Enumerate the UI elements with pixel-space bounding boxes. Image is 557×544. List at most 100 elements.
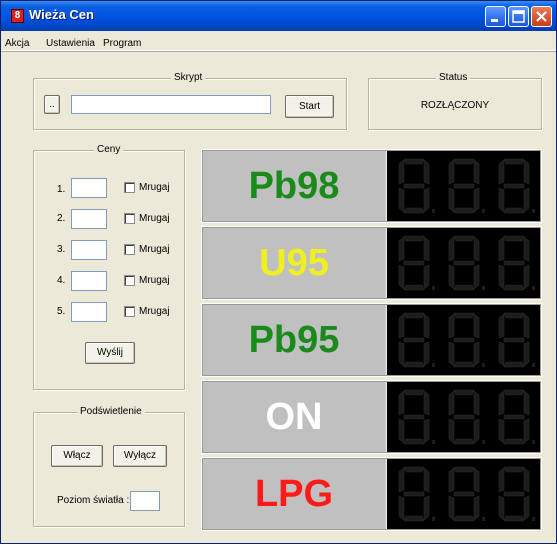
digit-segment (423, 159, 430, 185)
digit-segment (453, 515, 475, 522)
price-display (387, 151, 540, 221)
title-bar[interactable]: 8 Wieża Cen (1, 1, 556, 31)
digit-segment (423, 341, 430, 367)
digit-segment (448, 467, 455, 493)
digit-dot (482, 209, 485, 213)
fuel-name: ON (203, 382, 386, 452)
digit-segment (523, 341, 530, 367)
digit-segment (523, 159, 530, 185)
digit-segment (453, 337, 475, 343)
digit-segment (473, 390, 480, 416)
digit-segment (398, 187, 405, 213)
script-group-legend: Skrypt (171, 72, 206, 84)
digit-segment (473, 264, 480, 290)
digit-dot (532, 209, 535, 213)
close-button[interactable] (531, 6, 552, 27)
digit-dot (532, 440, 535, 444)
digit-segment (398, 418, 405, 444)
digit-segment (403, 466, 425, 473)
seven-segment-digits (398, 235, 535, 291)
digit-segment (398, 341, 405, 367)
prices-group: Ceny 1. Mrugaj 2. Mrugaj 3. Mrugaj 4. Mr… (33, 144, 185, 390)
digit-dot (432, 209, 435, 213)
digit-segment (473, 236, 480, 262)
maximize-button[interactable] (508, 6, 529, 27)
blink-checkbox-1[interactable] (124, 182, 135, 193)
digit-segment (453, 414, 475, 420)
digit-segment (398, 467, 405, 493)
digit-segment (503, 361, 525, 368)
fuel-row: U95 (201, 226, 542, 300)
minimize-icon (491, 19, 498, 22)
blink-checkbox-label: Mrugaj (139, 244, 170, 255)
digit-segment (453, 284, 475, 291)
fuel-name: Pb95 (203, 305, 386, 375)
blink-checkbox-label: Mrugaj (139, 182, 170, 193)
digit-segment (503, 466, 525, 473)
digit-segment (473, 495, 480, 521)
digit-segment (403, 260, 425, 266)
menu-program[interactable]: Program (103, 38, 141, 49)
digit-segment (453, 207, 475, 214)
start-button[interactable]: Start (285, 95, 334, 118)
blink-checkbox-5[interactable] (124, 306, 135, 317)
price-input-4[interactable] (71, 271, 107, 291)
digit-segment (453, 361, 475, 368)
menu-akcja[interactable]: Akcja (5, 38, 29, 49)
price-index: 3. (57, 244, 66, 255)
seven-segment-digits (398, 158, 535, 214)
send-button[interactable]: Wyślij (85, 342, 135, 364)
digit-segment (498, 236, 505, 262)
digit-segment (448, 390, 455, 416)
digit-segment (498, 313, 505, 339)
digit-segment (503, 183, 525, 189)
digit-segment (403, 284, 425, 291)
digit-segment (503, 207, 525, 214)
price-input-1[interactable] (71, 178, 107, 198)
digit-segment (503, 438, 525, 445)
price-display (387, 228, 540, 298)
price-input-5[interactable] (71, 302, 107, 322)
fuel-name: LPG (203, 459, 386, 529)
digit-segment (498, 418, 505, 444)
digit-dot (532, 363, 535, 367)
blink-checkbox-2[interactable] (124, 213, 135, 224)
blink-checkbox-4[interactable] (124, 275, 135, 286)
seven-segment-digits (398, 312, 535, 368)
digit-segment (523, 236, 530, 262)
digit-segment (403, 235, 425, 242)
fuel-row: ON (201, 380, 542, 454)
backlight-on-button[interactable]: Włącz (51, 445, 103, 467)
digit-segment (453, 312, 475, 319)
digit-dot (482, 517, 485, 521)
app-icon: 8 (11, 9, 24, 23)
fuel-price-board: Pb98 U95 Pb95 ON LPG (201, 149, 542, 535)
light-level-label: Poziom światła : (57, 495, 130, 506)
digit-segment (403, 414, 425, 420)
digit-segment (403, 438, 425, 445)
menu-ustawienia[interactable]: Ustawienia (46, 38, 95, 49)
digit-segment (398, 264, 405, 290)
digit-segment (503, 414, 525, 420)
blink-checkbox-label: Mrugaj (139, 275, 170, 286)
browse-button[interactable]: .. (44, 95, 60, 114)
price-input-3[interactable] (71, 240, 107, 260)
digit-segment (453, 235, 475, 242)
script-path-input[interactable] (71, 95, 271, 114)
price-display (387, 305, 540, 375)
light-level-input[interactable] (130, 491, 160, 511)
price-index: 1. (57, 184, 66, 195)
fuel-name: U95 (203, 228, 386, 298)
backlight-off-button[interactable]: Wyłącz (113, 445, 167, 467)
digit-dot (432, 440, 435, 444)
digit-segment (503, 491, 525, 497)
blink-checkbox-label: Mrugaj (139, 213, 170, 224)
digit-segment (498, 159, 505, 185)
minimize-button[interactable] (485, 6, 506, 27)
digit-segment (523, 418, 530, 444)
blink-checkbox-3[interactable] (124, 244, 135, 255)
price-input-2[interactable] (71, 209, 107, 229)
menu-bar: Akcja Ustawienia Program (1, 31, 556, 51)
digit-segment (523, 264, 530, 290)
close-icon (536, 11, 547, 22)
